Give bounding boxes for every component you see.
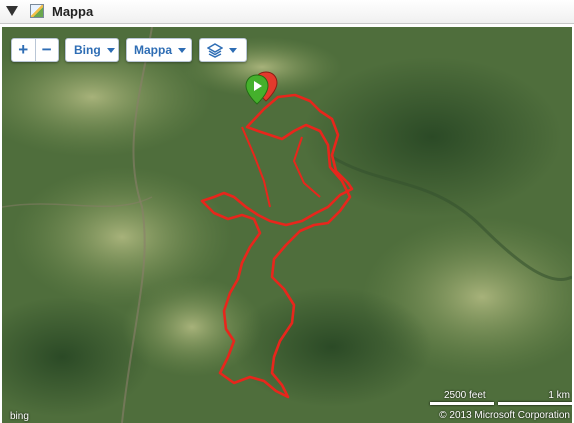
collapse-icon[interactable] [6, 6, 18, 16]
zoom-in-button[interactable]: + [12, 39, 35, 61]
scale-feet-label: 2500 feet [444, 390, 486, 401]
chevron-down-icon [229, 47, 237, 53]
zoom-out-button[interactable]: − [36, 39, 59, 61]
map-provider-label: Bing [74, 43, 101, 57]
scale-feet-bar [430, 402, 494, 405]
map-type-button[interactable]: Mappa [126, 38, 192, 62]
layers-icon [207, 43, 223, 58]
map-provider-button[interactable]: Bing [65, 38, 119, 62]
panel-title: Mappa [52, 4, 94, 19]
zoom-control: + − [11, 38, 59, 62]
panel-header: Mappa [0, 0, 574, 24]
copyright-text: © 2013 Microsoft Corporation [439, 410, 570, 421]
bing-logo: bing [10, 411, 29, 422]
scale-bar: 2500 feet 1 km [430, 389, 572, 411]
layers-button[interactable] [199, 38, 247, 62]
map-icon [30, 4, 44, 18]
aerial-imagery[interactable] [2, 27, 572, 423]
scale-km-label: 1 km [548, 390, 570, 401]
chevron-down-icon [178, 47, 187, 53]
map-view[interactable]: + − Bing Mappa 2500 feet 1 km bing © 201… [2, 27, 572, 423]
scale-km-bar [498, 402, 572, 405]
chevron-down-icon [106, 47, 115, 53]
map-type-label: Mappa [134, 43, 173, 57]
